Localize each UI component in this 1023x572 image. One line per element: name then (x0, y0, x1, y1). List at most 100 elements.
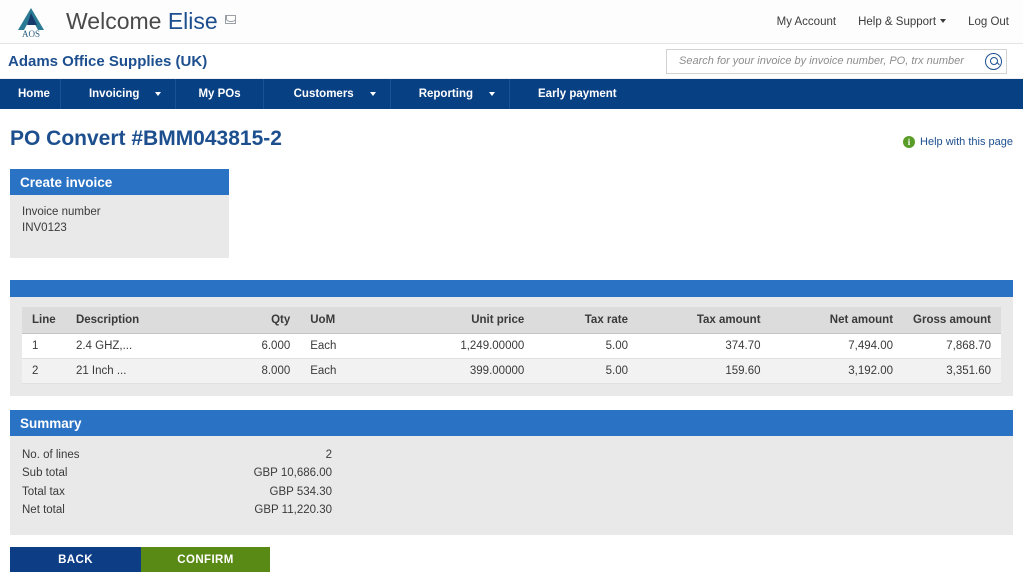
account-links: My Account Help & Support Log Out (777, 16, 1009, 28)
nav-label-my-pos: My POs (198, 88, 241, 100)
aos-logo[interactable]: AOS (10, 3, 52, 41)
column-header-uom: UoM (300, 307, 402, 335)
summary-label-no-of-lines: No. of lines (22, 449, 80, 462)
column-header-tax-amount: Tax amount (638, 307, 771, 335)
log-out-label: Log Out (968, 15, 1009, 28)
create-invoice-panel: Create invoice Invoice number INV0123 (10, 169, 229, 259)
summary-header: Summary (10, 410, 1013, 437)
summary-panel: Summary No. of lines 2 Sub total GBP 10,… (10, 410, 1013, 536)
help-support-label: Help & Support (858, 15, 937, 28)
nav-item-customers[interactable]: Customers (264, 79, 391, 109)
help-support-link[interactable]: Help & Support (858, 15, 947, 28)
create-invoice-header: Create invoice (10, 169, 229, 195)
chevron-down-icon (489, 92, 496, 96)
nav-label-invoicing: Invoicing (88, 88, 140, 100)
column-header-unit-price: Unit price (401, 307, 535, 335)
nav-label-home: Home (18, 88, 50, 100)
cell-uom: Each (300, 333, 402, 360)
log-out-link[interactable]: Log Out (968, 16, 1009, 28)
column-header-qty: Qty (224, 307, 301, 335)
line-items-body: Line Description Qty UoM Unit price Tax … (10, 297, 1013, 397)
summary-value-net-total: GBP 11,220.30 (254, 504, 332, 517)
table-row[interactable]: 1 2.4 GHZ,... 6.000 Each 1,249.00000 5.0… (22, 333, 1001, 360)
table-row[interactable]: 2 21 Inch ... 8.000 Each 399.00000 5.00 … (22, 358, 1001, 385)
confirm-button[interactable]: CONFIRM (141, 547, 270, 572)
create-invoice-body: Invoice number INV0123 (10, 195, 229, 259)
cell-unit-price: 399.00000 (401, 358, 535, 385)
line-items-table: Line Description Qty UoM Unit price Tax … (22, 307, 1001, 385)
summary-row-sub-total: Sub total GBP 10,686.00 (22, 464, 332, 482)
nav-item-my-pos[interactable]: My POs (176, 79, 264, 109)
line-items-header-bar (10, 280, 1013, 298)
invoice-number-value: INV0123 (22, 221, 67, 234)
line-items-thead: Line Description Qty UoM Unit price Tax … (22, 307, 1001, 335)
line-items-tbody: 1 2.4 GHZ,... 6.000 Each 1,249.00000 5.0… (22, 333, 1001, 385)
column-header-description: Description (65, 307, 225, 335)
summary-value-no-of-lines: 2 (325, 449, 332, 462)
column-header-line: Line (22, 307, 66, 335)
nav-label-early-payment: Early payment (538, 88, 617, 100)
cell-net-amount: 3,192.00 (770, 358, 904, 385)
company-name: Adams Office Supplies (UK) (8, 52, 208, 70)
cell-qty: 6.000 (224, 333, 301, 360)
summary-row-no-of-lines: No. of lines 2 (22, 446, 332, 464)
summary-value-sub-total: GBP 10,686.00 (253, 467, 332, 480)
cell-description: 2.4 GHZ,... (65, 333, 225, 360)
welcome-message: Welcome Elise (66, 8, 236, 35)
help-with-page-label: Help with this page (920, 136, 1013, 148)
summary-row-total-tax: Total tax GBP 534.30 (22, 483, 332, 501)
summary-label-net-total: Net total (22, 504, 65, 517)
company-bar: Adams Office Supplies (UK) (0, 44, 1023, 79)
nav-item-reporting[interactable]: Reporting (391, 79, 511, 109)
chevron-down-icon (369, 92, 376, 96)
cell-tax-amount: 374.70 (638, 333, 771, 360)
cell-description: 21 Inch ... (65, 358, 225, 385)
line-items-panel: Line Description Qty UoM Unit price Tax … (10, 280, 1013, 397)
summary-label-sub-total: Sub total (22, 467, 68, 480)
help-with-page-link[interactable]: i Help with this page (903, 136, 1013, 151)
page-title: PO Convert #BMM043815-2 (10, 127, 282, 150)
nav-item-home[interactable]: Home (8, 79, 61, 109)
page-header: PO Convert #BMM043815-2 i Help with this… (10, 109, 1013, 155)
cell-net-amount: 7,494.00 (770, 333, 904, 360)
envelope-icon[interactable] (224, 15, 236, 25)
my-account-link[interactable]: My Account (777, 16, 836, 28)
cell-gross-amount: 7,868.70 (903, 333, 1001, 360)
welcome-username: Elise (167, 8, 218, 34)
logo-text: AOS (22, 29, 40, 38)
chevron-down-icon (940, 19, 947, 24)
nav-item-early-payment[interactable]: Early payment (510, 79, 639, 109)
logo-icon: AOS (18, 7, 44, 38)
column-header-gross-amount: Gross amount (903, 307, 1001, 335)
summary-table: No. of lines 2 Sub total GBP 10,686.00 T… (22, 446, 332, 519)
action-buttons: BACK CONFIRM (10, 547, 1013, 572)
my-account-label: My Account (776, 15, 837, 28)
search-icon[interactable] (985, 52, 1002, 70)
main-navigation: Home Invoicing My POs Customers Reportin… (0, 79, 1023, 109)
summary-row-net-total: Net total GBP 11,220.30 (22, 501, 332, 519)
top-bar: AOS Welcome Elise My Account Help & Supp… (0, 0, 1023, 44)
cell-line: 2 (22, 358, 66, 385)
nav-item-invoicing[interactable]: Invoicing (61, 79, 177, 109)
cell-unit-price: 1,249.00000 (401, 333, 535, 360)
summary-label-total-tax: Total tax (22, 485, 65, 498)
info-icon: i (903, 136, 916, 148)
chevron-down-icon (155, 92, 162, 96)
cell-uom: Each (300, 358, 402, 385)
column-header-tax-rate: Tax rate (534, 307, 639, 335)
nav-label-customers: Customers (293, 88, 354, 100)
back-button[interactable]: BACK (10, 547, 141, 572)
search-box[interactable] (666, 48, 1007, 74)
cell-line: 1 (22, 333, 66, 360)
page-content: PO Convert #BMM043815-2 i Help with this… (0, 109, 1023, 572)
search-input[interactable] (679, 55, 985, 67)
cell-tax-amount: 159.60 (638, 358, 771, 385)
table-header-row: Line Description Qty UoM Unit price Tax … (22, 307, 1001, 335)
invoice-number-label: Invoice number (22, 206, 101, 218)
cell-tax-rate: 5.00 (534, 333, 639, 360)
cell-qty: 8.000 (224, 358, 301, 385)
nav-label-reporting: Reporting (418, 88, 474, 100)
summary-body: No. of lines 2 Sub total GBP 10,686.00 T… (10, 436, 1013, 536)
welcome-prefix: Welcome (66, 8, 168, 34)
cell-tax-rate: 5.00 (534, 358, 639, 385)
